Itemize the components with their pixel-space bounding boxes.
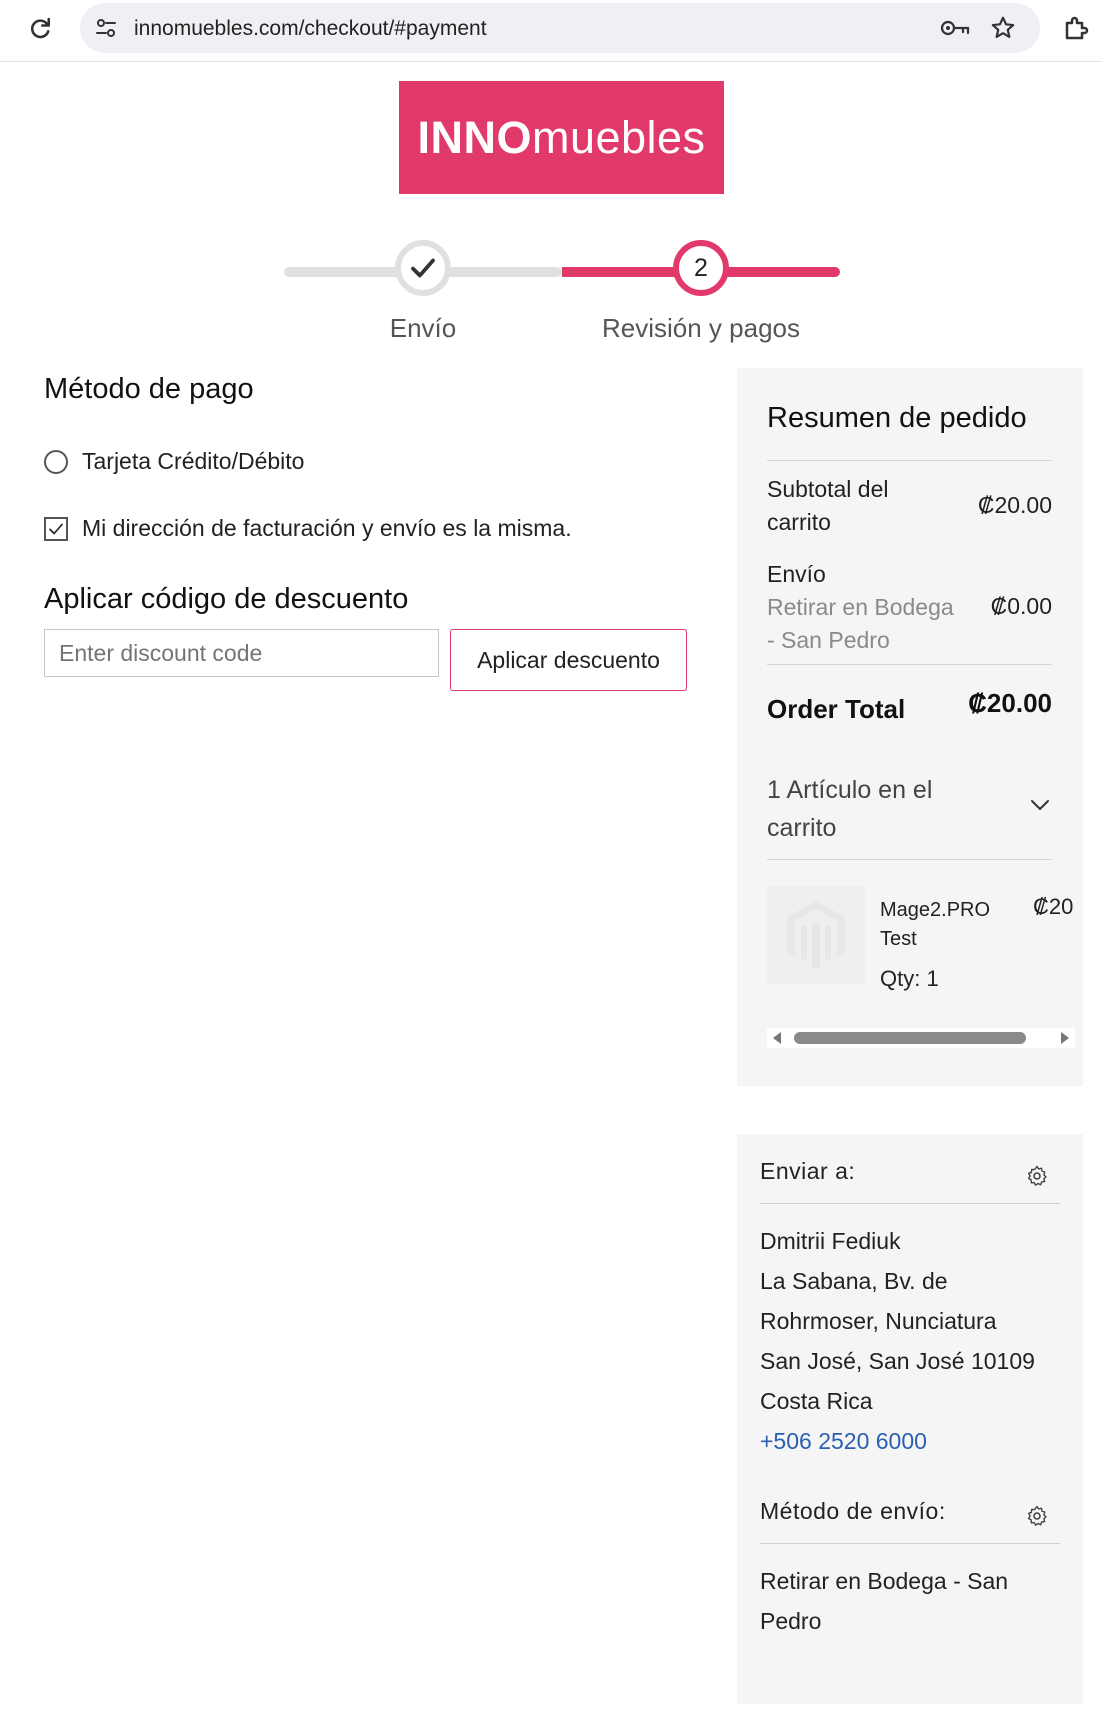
scroll-right-arrow-icon[interactable] xyxy=(1061,1032,1069,1044)
discount-code-input[interactable] xyxy=(44,629,439,677)
site-logo[interactable]: INNOmuebles xyxy=(399,81,724,194)
payment-method-heading: Método de pago xyxy=(44,373,254,405)
billing-same-label[interactable]: Mi dirección de facturación y envío es l… xyxy=(82,515,572,542)
divider xyxy=(767,859,1052,860)
payment-radio[interactable] xyxy=(44,449,68,474)
product-name-line-1: Mage2.PRO xyxy=(880,899,991,921)
divider xyxy=(760,1203,1060,1204)
shipping-method-heading: Método de envío: xyxy=(760,1498,946,1524)
divider xyxy=(760,1543,1060,1544)
shipping-value: ₡0.00 xyxy=(990,593,1052,619)
magento-logo-icon xyxy=(787,901,845,969)
scroll-left-arrow-icon[interactable] xyxy=(773,1032,781,1044)
reload-icon[interactable] xyxy=(26,15,54,43)
divider xyxy=(767,664,1052,665)
step-shipping-indicator[interactable] xyxy=(395,240,451,296)
product-qty: Qty: 1 xyxy=(880,966,939,991)
ship-to-heading: Enviar a: xyxy=(760,1158,856,1184)
extensions-icon[interactable] xyxy=(1062,13,1092,43)
shipping-label: Envío xyxy=(767,561,826,587)
ship-to-address-line-3: San José, San José 10109 xyxy=(760,1348,1035,1374)
product-thumbnail xyxy=(767,886,865,984)
subtotal-label-2: carrito xyxy=(767,509,831,535)
divider xyxy=(767,460,1052,461)
browser-toolbar: innomuebles.com/checkout/#payment xyxy=(0,0,1102,62)
address-bar[interactable]: innomuebles.com/checkout/#payment xyxy=(80,3,1040,53)
product-price: ₡20 xyxy=(1033,894,1074,919)
bookmark-star-icon[interactable] xyxy=(990,15,1016,41)
shipping-method-line-2: - San Pedro xyxy=(767,627,890,653)
shipping-method-line-1: Retirar en Bodega - San xyxy=(760,1568,1009,1594)
cart-items-label[interactable]: 1 Artículo en el carrito xyxy=(767,771,967,847)
shipping-method-line-1: Retirar en Bodega xyxy=(767,594,954,620)
subtotal-value: ₡20.00 xyxy=(977,492,1052,518)
step-review-indicator: 2 xyxy=(673,240,729,296)
checkbox-check-icon xyxy=(49,523,63,534)
shipping-method-line-2: Pedro xyxy=(760,1608,822,1634)
ship-to-country: Costa Rica xyxy=(760,1388,873,1414)
discount-heading: Aplicar código de descuento xyxy=(44,583,409,615)
logo-text: INNOmuebles xyxy=(417,111,706,163)
site-info-icon[interactable] xyxy=(94,16,118,40)
password-key-icon[interactable] xyxy=(940,16,970,40)
ship-to-name: Dmitrii Fediuk xyxy=(760,1228,901,1254)
product-name-line-2: Test xyxy=(880,928,917,950)
order-total-value: ₡20.00 xyxy=(968,688,1052,718)
chevron-down-icon[interactable] xyxy=(1028,793,1052,817)
payment-option-label[interactable]: Tarjeta Crédito/Débito xyxy=(82,448,304,475)
billing-same-checkbox[interactable] xyxy=(44,516,68,541)
step-shipping-label[interactable]: Envío xyxy=(390,313,457,344)
checkmark-icon xyxy=(411,258,435,278)
subtotal-label-1: Subtotal del xyxy=(767,476,889,502)
shipping-info-panel: Enviar a: Dmitrii Fediuk La Sabana, Bv. … xyxy=(737,1134,1083,1704)
url-text[interactable]: innomuebles.com/checkout/#payment xyxy=(134,17,487,41)
order-summary-title: Resumen de pedido xyxy=(767,402,1027,434)
product-name: Mage2.PRO Test xyxy=(880,896,1000,954)
ship-to-address-line-2: Rohrmoser, Nunciatura xyxy=(760,1308,997,1334)
billing-same-option[interactable]: Mi dirección de facturación y envío es l… xyxy=(44,515,572,542)
horizontal-scrollbar[interactable] xyxy=(767,1028,1075,1048)
scrollbar-thumb[interactable] xyxy=(794,1032,1026,1044)
gear-icon[interactable] xyxy=(1025,1504,1049,1528)
apply-discount-button[interactable]: Aplicar descuento xyxy=(450,629,687,691)
cart-items-toggle[interactable]: 1 Artículo en el carrito xyxy=(767,771,1052,851)
order-total-label: Order Total xyxy=(767,694,906,724)
gear-icon[interactable] xyxy=(1025,1164,1049,1188)
order-summary-panel: Resumen de pedido Subtotal del carrito ₡… xyxy=(737,368,1083,1086)
ship-to-phone-link[interactable]: +506 2520 6000 xyxy=(760,1428,927,1455)
step-review-label: Revisión y pagos xyxy=(602,313,800,343)
ship-to-address-line-1: La Sabana, Bv. de xyxy=(760,1268,948,1294)
payment-option-card[interactable]: Tarjeta Crédito/Débito xyxy=(44,448,304,475)
